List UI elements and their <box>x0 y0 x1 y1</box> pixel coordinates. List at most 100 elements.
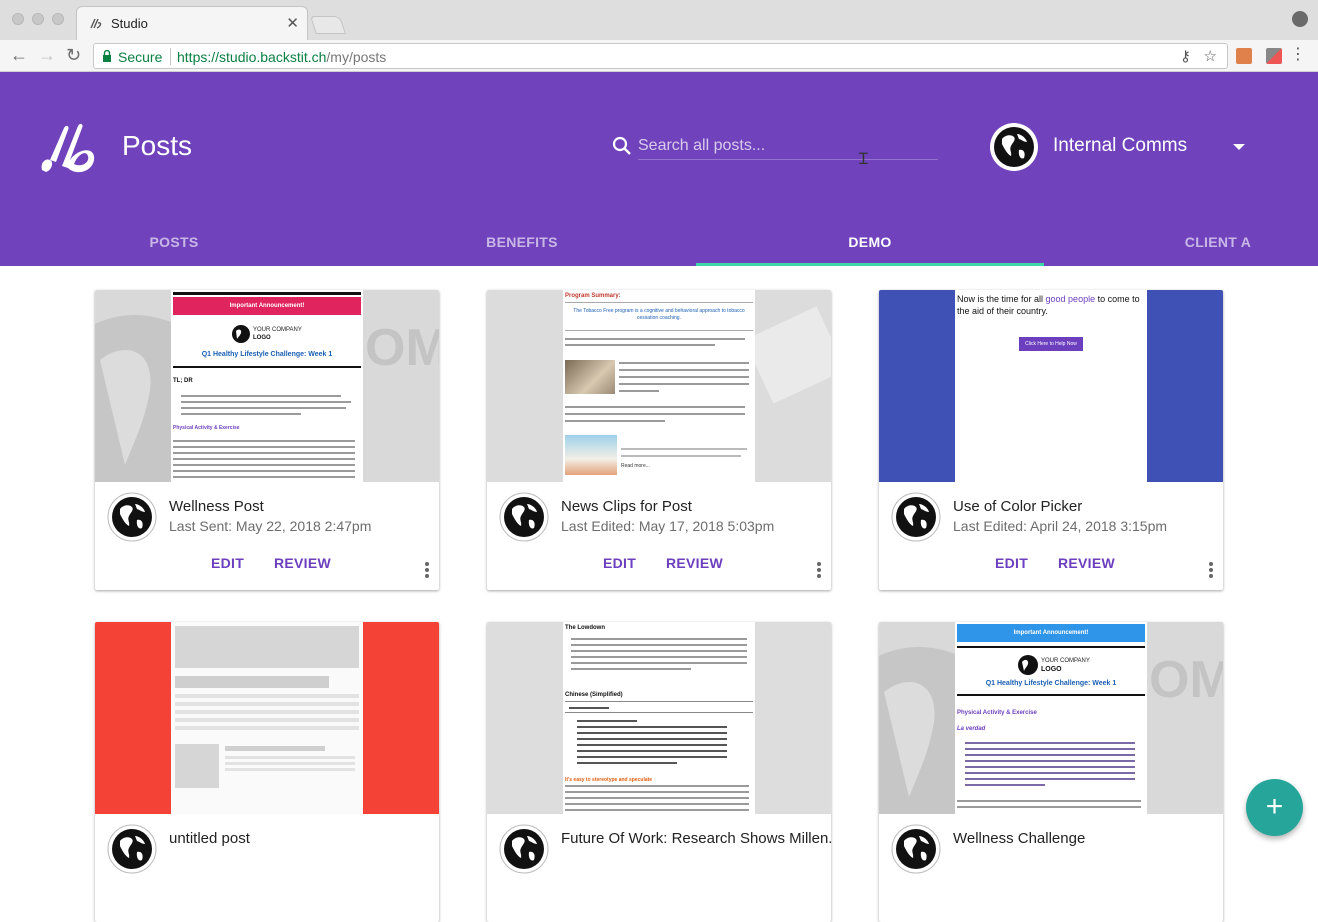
secure-label: Secure <box>118 49 163 65</box>
company-name: YOUR COMPANY <box>1041 658 1090 664</box>
card-footer: Use of Color Picker Last Edited: April 2… <box>879 482 1223 590</box>
account-avatar-globe-icon[interactable] <box>989 122 1039 172</box>
email-preview: Important Announcement! YOUR COMPANY LOG… <box>955 622 1147 814</box>
language-heading: Chinese (Simplified) <box>565 692 623 698</box>
post-thumbnail[interactable] <box>95 622 439 814</box>
tab-client-a[interactable]: CLIENT A <box>1044 220 1318 266</box>
post-card[interactable]: OMI Important Announcement! YOUR COMPANY… <box>95 290 439 590</box>
summary-heading: Program Summary: <box>565 293 621 299</box>
edit-button[interactable]: EDIT <box>603 555 636 571</box>
author-avatar-globe-icon <box>499 492 549 542</box>
newsletter-heading: Q1 Healthy Lifestyle Challenge: Week 1 <box>985 680 1117 687</box>
edit-button[interactable]: EDIT <box>995 555 1028 571</box>
author-avatar-globe-icon <box>891 824 941 874</box>
url-text: https://studio.backstit.ch/my/posts <box>177 49 387 65</box>
section-heading: Physical Activity & Exercise <box>957 710 1037 716</box>
author-avatar-globe-icon <box>107 492 157 542</box>
review-button[interactable]: REVIEW <box>1058 555 1115 571</box>
account-name[interactable]: Internal Comms <box>1053 135 1187 157</box>
close-tab-icon[interactable]: ✕ <box>286 14 299 32</box>
text-cursor-icon: Ɪ <box>859 151 868 168</box>
email-preview <box>171 622 363 814</box>
highlight-text: It's easy to stereotype and speculate <box>565 777 653 783</box>
search-input[interactable] <box>638 132 938 160</box>
omnibox-divider <box>170 48 171 65</box>
post-status: Last Edited: May 17, 2018 5:03pm <box>561 518 775 534</box>
post-title: untitled post <box>169 830 250 847</box>
card-footer: Wellness Post Last Sent: May 22, 2018 2:… <box>95 482 439 590</box>
profile-icon[interactable] <box>1292 11 1308 27</box>
new-tab-button[interactable] <box>310 16 346 34</box>
svg-text:OMI: OMI <box>1149 651 1223 709</box>
review-button[interactable]: REVIEW <box>274 555 331 571</box>
extension-pen-icon[interactable] <box>1266 48 1282 64</box>
address-bar[interactable]: Secure https://studio.backstit.ch/my/pos… <box>93 43 1228 69</box>
category-tabs: POSTS BENEFITS DEMO CLIENT A <box>0 220 1318 266</box>
reload-icon[interactable]: ↻ <box>66 45 81 65</box>
post-title: Wellness Challenge <box>953 830 1086 847</box>
review-button[interactable]: REVIEW <box>666 555 723 571</box>
post-thumbnail[interactable]: The Lowdown Chinese (Simplified) It's ea… <box>487 622 831 814</box>
post-title: Use of Color Picker <box>953 498 1083 515</box>
more-options-icon[interactable] <box>425 562 429 578</box>
backstitch-favicon-icon <box>90 18 102 29</box>
browser-menu-icon[interactable]: ⋮ <box>1290 45 1306 65</box>
company-name: YOUR COMPANY <box>253 327 302 333</box>
key-icon[interactable]: ⚷ <box>1180 47 1191 65</box>
close-window-button[interactable] <box>12 13 24 25</box>
bookmark-star-icon[interactable]: ☆ <box>1204 47 1217 65</box>
app-header: Posts Ɪ Internal Comms POSTS BENEFITS DE… <box>0 72 1318 266</box>
maximize-window-button[interactable] <box>52 13 64 25</box>
post-card[interactable]: untitled post <box>95 622 439 922</box>
extension-icon[interactable] <box>1236 48 1252 64</box>
page-title: Posts <box>122 130 193 161</box>
browser-tab-strip: Studio ✕ <box>0 0 1318 40</box>
search-icon <box>612 136 631 155</box>
newsletter-heading: Q1 Healthy Lifestyle Challenge: Week 1 <box>201 351 333 358</box>
post-card[interactable]: The Lowdown Chinese (Simplified) It's ea… <box>487 622 831 922</box>
tab-posts[interactable]: POSTS <box>0 220 348 266</box>
post-thumbnail[interactable]: Program Summary: The Tobacco Free progra… <box>487 290 831 482</box>
forward-arrow-icon[interactable]: → <box>38 45 56 65</box>
tab-demo[interactable]: DEMO <box>696 220 1044 266</box>
email-preview: Program Summary: The Tobacco Free progra… <box>563 290 755 482</box>
email-preview: Now is the time for all good people to c… <box>955 290 1147 482</box>
edit-button[interactable]: EDIT <box>211 555 244 571</box>
account-dropdown-caret-icon[interactable] <box>1233 144 1245 150</box>
post-thumbnail[interactable]: OMI Important Announcement! YOUR COMPANY… <box>95 290 439 482</box>
post-title: News Clips for Post <box>561 498 692 515</box>
post-card[interactable]: Program Summary: The Tobacco Free progra… <box>487 290 831 590</box>
add-post-button[interactable]: + <box>1246 779 1303 836</box>
author-avatar-globe-icon <box>891 492 941 542</box>
lowdown-heading: The Lowdown <box>565 625 605 631</box>
card-footer: Future Of Work: Research Shows Millen... <box>487 814 831 922</box>
minimize-window-button[interactable] <box>32 13 44 25</box>
announcement-banner: Important Announcement! <box>173 297 361 315</box>
post-status: Last Sent: May 22, 2018 2:47pm <box>169 518 372 534</box>
tldr-label: TL; DR <box>173 378 193 384</box>
browser-tab[interactable]: Studio ✕ <box>76 6 308 40</box>
lock-icon <box>103 50 111 62</box>
logo-text: LOGO <box>253 335 271 341</box>
post-card[interactable]: OMI Important Announcement! YOUR COMPANY… <box>879 622 1223 922</box>
card-footer: untitled post <box>95 814 439 922</box>
post-card[interactable]: Now is the time for all good people to c… <box>879 290 1223 590</box>
subsection-heading: La verdad <box>957 726 986 732</box>
card-footer: Wellness Challenge <box>879 814 1223 922</box>
email-preview: The Lowdown Chinese (Simplified) It's ea… <box>563 622 755 814</box>
more-options-icon[interactable] <box>817 562 821 578</box>
post-title: Wellness Post <box>169 498 264 515</box>
post-thumbnail[interactable]: OMI Important Announcement! YOUR COMPANY… <box>879 622 1223 814</box>
tab-title: Studio <box>111 16 148 31</box>
cta-button: Click Here to Help Now <box>1019 337 1083 351</box>
tab-benefits[interactable]: BENEFITS <box>348 220 696 266</box>
more-options-icon[interactable] <box>1209 562 1213 578</box>
back-arrow-icon[interactable]: ← <box>10 45 28 65</box>
svg-text:OMI: OMI <box>365 319 439 377</box>
post-thumbnail[interactable]: Now is the time for all good people to c… <box>879 290 1223 482</box>
read-more-link: Read more... <box>621 463 650 469</box>
announcement-banner: Important Announcement! <box>957 624 1145 642</box>
logo-text: LOGO <box>1041 666 1062 673</box>
card-footer: News Clips for Post Last Edited: May 17,… <box>487 482 831 590</box>
intro-text: The Tobacco Free program is a cognitive … <box>573 308 745 321</box>
